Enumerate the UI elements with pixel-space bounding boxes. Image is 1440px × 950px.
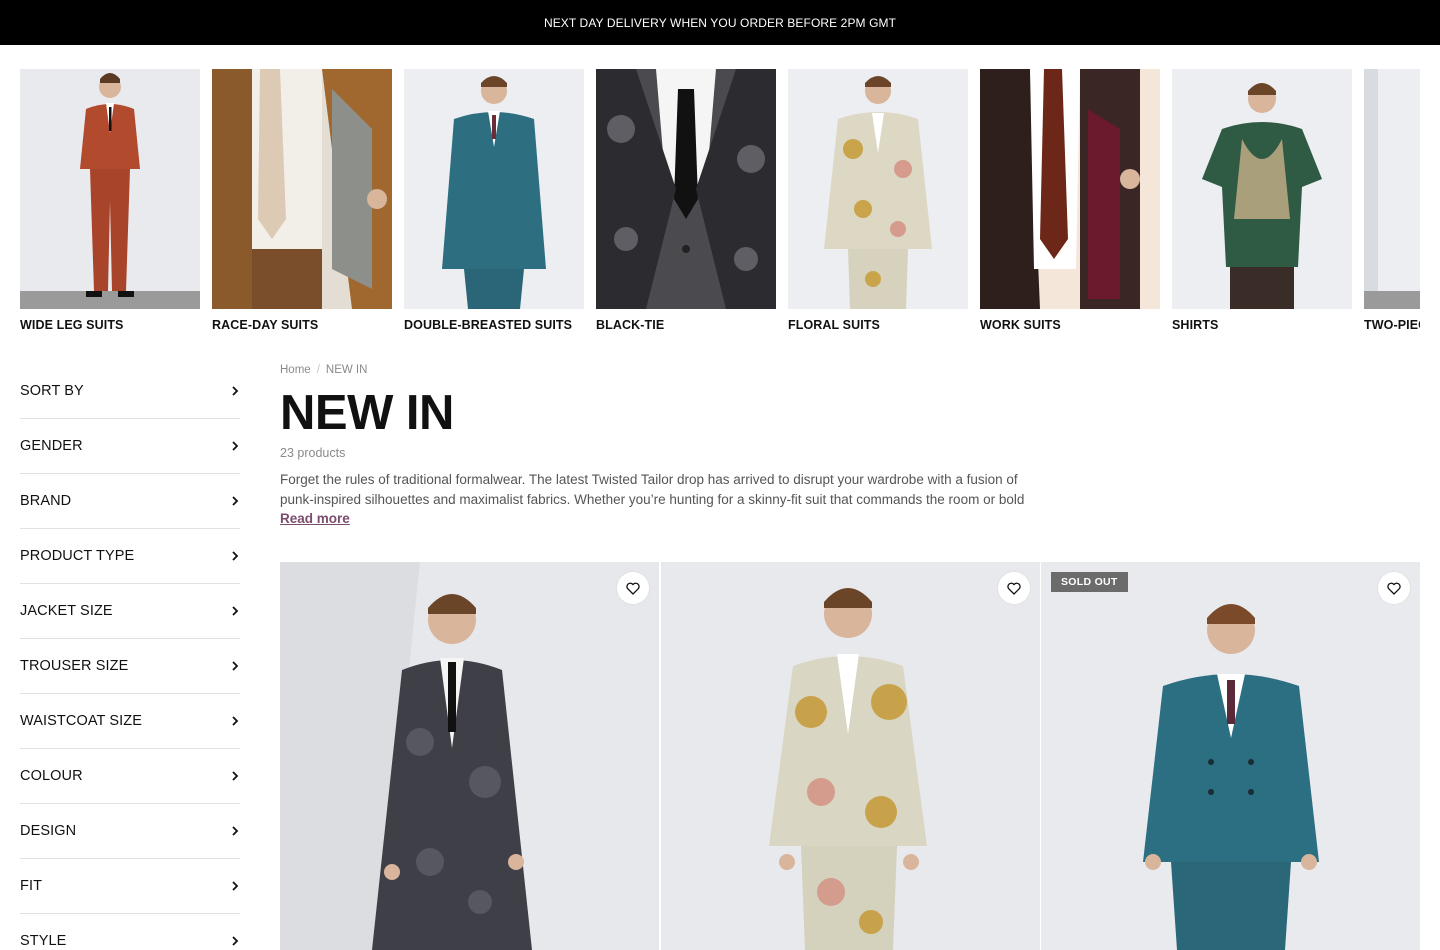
category-carousel[interactable]: WIDE LEG SUITS RACE-DAY SUITS DOUBLE-BRE… xyxy=(20,69,1420,339)
filter-label: GENDER xyxy=(20,438,83,454)
chevron-right-icon xyxy=(230,661,240,671)
collection-header: Home / NEW IN NEW IN 23 products Forget … xyxy=(280,362,1420,526)
chevron-right-icon xyxy=(230,771,240,781)
category-image[interactable] xyxy=(20,69,200,309)
category-label[interactable]: FLORAL SUITS xyxy=(788,318,880,332)
filter-label: PRODUCT TYPE xyxy=(20,548,135,564)
chevron-right-icon xyxy=(230,441,240,451)
filter-label: SORT BY xyxy=(20,383,84,399)
category-image[interactable] xyxy=(980,69,1160,309)
wishlist-heart-icon[interactable] xyxy=(617,572,649,604)
product-card[interactable] xyxy=(661,562,1040,950)
category-double-breasted-suits[interactable]: DOUBLE-BREASTED SUITS xyxy=(404,69,584,332)
category-image[interactable] xyxy=(1364,69,1420,309)
filter-brand[interactable]: BRAND xyxy=(20,474,240,529)
filter-label: TROUSER SIZE xyxy=(20,658,129,674)
chevron-right-icon xyxy=(230,386,240,396)
category-label[interactable]: TWO-PIECE xyxy=(1364,318,1420,332)
product-grid: SOLD OUT xyxy=(280,562,1420,950)
category-shirts[interactable]: SHIRTS xyxy=(1172,69,1352,332)
category-two-piece[interactable]: TWO-PIECE xyxy=(1364,69,1420,332)
page-title: NEW IN xyxy=(280,386,454,440)
breadcrumb: Home / NEW IN xyxy=(280,362,1420,378)
product-image[interactable] xyxy=(280,562,659,950)
category-image[interactable] xyxy=(404,69,584,309)
category-image[interactable] xyxy=(788,69,968,309)
chevron-right-icon xyxy=(230,496,240,506)
breadcrumb-separator: / xyxy=(316,364,320,376)
filter-product-type[interactable]: PRODUCT TYPE xyxy=(20,529,240,584)
chevron-right-icon xyxy=(230,936,240,946)
category-floral-suits[interactable]: FLORAL SUITS xyxy=(788,69,968,332)
filter-design[interactable]: DESIGN xyxy=(20,804,240,859)
chevron-right-icon xyxy=(230,716,240,726)
filter-fit[interactable]: FIT xyxy=(20,859,240,914)
chevron-right-icon xyxy=(230,551,240,561)
filter-sort-by[interactable]: SORT BY xyxy=(20,364,240,419)
announcement-text: NEXT DAY DELIVERY WHEN YOU ORDER BEFORE … xyxy=(543,15,897,30)
filter-label: DESIGN xyxy=(20,823,77,839)
sold-out-badge: SOLD OUT xyxy=(1051,572,1128,592)
breadcrumb-home-link[interactable]: Home xyxy=(280,364,311,376)
category-label[interactable]: DOUBLE-BREASTED SUITS xyxy=(404,318,572,332)
filter-label: FIT xyxy=(20,878,43,894)
product-image[interactable] xyxy=(1041,562,1420,950)
category-label[interactable]: BLACK-TIE xyxy=(596,318,664,332)
product-image[interactable] xyxy=(661,562,1040,950)
product-card[interactable] xyxy=(280,562,659,950)
chevron-right-icon xyxy=(230,606,240,616)
category-label[interactable]: WORK SUITS xyxy=(980,318,1061,332)
chevron-right-icon xyxy=(230,881,240,891)
category-image[interactable] xyxy=(596,69,776,309)
category-race-day-suits[interactable]: RACE-DAY SUITS xyxy=(212,69,392,332)
category-label[interactable]: SHIRTS xyxy=(1172,318,1218,332)
product-count: 23 products xyxy=(280,446,346,460)
filter-label: BRAND xyxy=(20,493,72,509)
filter-trouser-size[interactable]: TROUSER SIZE xyxy=(20,639,240,694)
filter-colour[interactable]: COLOUR xyxy=(20,749,240,804)
wishlist-heart-icon[interactable] xyxy=(998,572,1030,604)
category-black-tie[interactable]: BLACK-TIE xyxy=(596,69,776,332)
chevron-right-icon xyxy=(230,826,240,836)
category-image[interactable] xyxy=(212,69,392,309)
wishlist-heart-icon[interactable] xyxy=(1378,572,1410,604)
collection-description: Forget the rules of traditional formalwe… xyxy=(280,472,1025,507)
filter-waistcoat-size[interactable]: WAISTCOAT SIZE xyxy=(20,694,240,749)
announcement-bar: NEXT DAY DELIVERY WHEN YOU ORDER BEFORE … xyxy=(0,0,1440,45)
filter-label: WAISTCOAT SIZE xyxy=(20,713,142,729)
category-image[interactable] xyxy=(1172,69,1352,309)
breadcrumb-current: NEW IN xyxy=(325,364,368,376)
category-label[interactable]: WIDE LEG SUITS xyxy=(20,318,124,332)
filter-label: JACKET SIZE xyxy=(20,603,113,619)
category-wide-leg-suits[interactable]: WIDE LEG SUITS xyxy=(20,69,200,332)
filter-label: STYLE xyxy=(20,933,67,949)
filter-gender[interactable]: GENDER xyxy=(20,419,240,474)
filter-jacket-size[interactable]: JACKET SIZE xyxy=(20,584,240,639)
read-more-link[interactable]: Read more xyxy=(280,511,350,526)
category-label[interactable]: RACE-DAY SUITS xyxy=(212,318,318,332)
filter-style[interactable]: STYLE xyxy=(20,914,240,950)
filter-label: COLOUR xyxy=(20,768,83,784)
category-work-suits[interactable]: WORK SUITS xyxy=(980,69,1160,332)
filter-sidebar: SORT BY GENDER BRAND PRODUCT TYPE JACKET… xyxy=(20,364,240,950)
product-card[interactable]: SOLD OUT xyxy=(1041,562,1420,950)
